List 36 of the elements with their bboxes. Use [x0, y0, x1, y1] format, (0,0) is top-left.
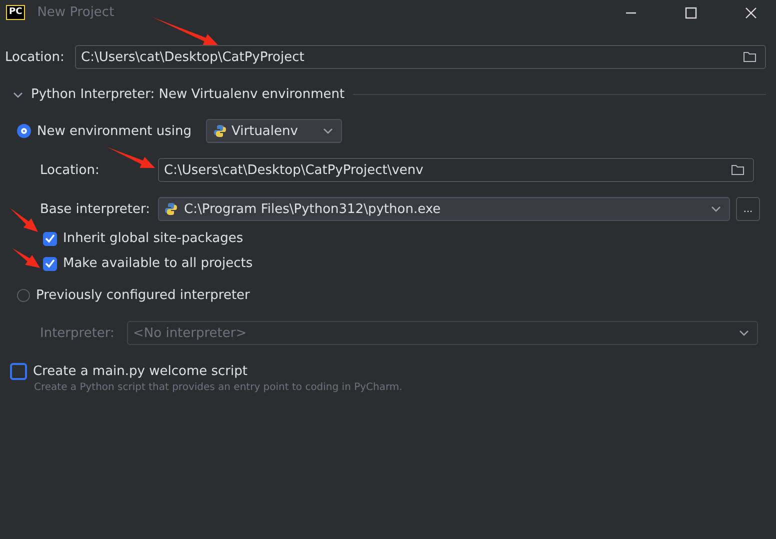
app-logo: PC	[6, 5, 26, 20]
checkbox-label: Inherit global site-packages	[63, 231, 244, 246]
browse-button[interactable]: ...	[736, 197, 760, 221]
radio-label: New environment using	[37, 124, 192, 138]
chevron-down-icon	[322, 128, 333, 134]
location-field[interactable]: C:\Users\cat\Desktop\CatPyProject	[75, 45, 766, 69]
field-label: Interpreter:	[40, 326, 114, 340]
annotation-arrow	[12, 248, 40, 268]
checkbox[interactable]	[43, 232, 57, 246]
interpreter-dropdown[interactable]: C:\Program Files\Python312\python.exe	[158, 197, 730, 221]
annotation-arrow	[107, 147, 155, 168]
checkbox[interactable]	[10, 363, 27, 380]
chevron-down-icon	[739, 330, 749, 336]
folder-icon[interactable]	[731, 164, 745, 176]
checkbox-label: Create a main.py welcome script	[33, 364, 248, 379]
environment-dropdown[interactable]: Virtualenv	[206, 119, 342, 143]
maximize-icon[interactable]	[685, 6, 697, 18]
field-label: Base interpreter:	[40, 202, 150, 216]
checkbox-label: Make available to all projects	[63, 256, 253, 271]
window-title: New Project	[37, 5, 114, 20]
radio-button[interactable]	[17, 124, 31, 138]
python-icon	[212, 124, 227, 138]
location-field[interactable]: C:\Users\cat\Desktop\CatPyProject\venv	[158, 158, 754, 182]
field-label: Location:	[40, 162, 100, 178]
section-title: Python Interpreter: New Virtualenv environment	[31, 87, 345, 102]
radio-label: Previously configured interpreter	[36, 288, 250, 303]
annotation-arrow	[10, 208, 38, 232]
chevron-down-icon	[711, 206, 721, 212]
hint-text: Create a Python script that provides an entry point to coding in PyCharm.	[34, 382, 404, 393]
chevron-down-icon[interactable]	[13, 90, 23, 100]
python-icon	[164, 202, 178, 216]
annotation-arrow	[152, 17, 218, 46]
folder-icon[interactable]	[743, 51, 757, 63]
checkbox[interactable]	[43, 256, 57, 270]
close-icon[interactable]	[745, 6, 757, 18]
field-label: Location:	[5, 50, 66, 64]
